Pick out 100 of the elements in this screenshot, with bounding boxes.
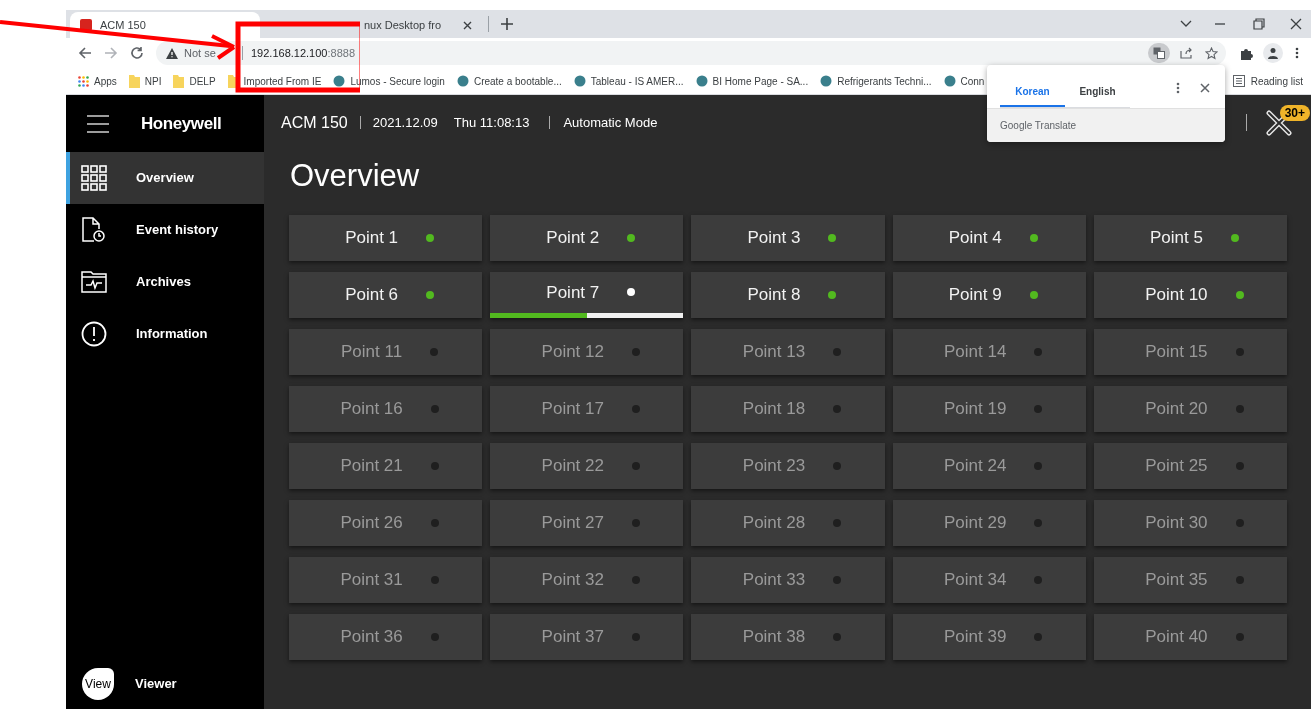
- point-card[interactable]: Point 20: [1093, 386, 1287, 432]
- page-title: Overview: [289, 157, 421, 195]
- more-icon[interactable]: [1176, 82, 1180, 94]
- translate-button[interactable]: [1148, 43, 1170, 63]
- point-card[interactable]: Point 1: [289, 215, 483, 261]
- person-icon: [1267, 47, 1279, 59]
- menu-icon[interactable]: [1295, 47, 1299, 59]
- translate-icon: [1153, 47, 1165, 59]
- time-label: Thu 11:08:13: [453, 113, 530, 132]
- sidebar-item[interactable]: Event history: [66, 204, 264, 256]
- site-icon: [333, 75, 346, 87]
- point-card[interactable]: Point 16: [289, 386, 483, 432]
- point-card[interactable]: Point 9: [892, 272, 1086, 318]
- bookmark[interactable]: DELP: [173, 73, 216, 89]
- point-card[interactable]: Point 24: [892, 443, 1086, 489]
- point-card[interactable]: Point 3: [691, 215, 885, 261]
- point-card[interactable]: Point 15: [1093, 329, 1287, 375]
- tab-search-icon[interactable]: [1179, 19, 1193, 29]
- site-icon: [943, 75, 956, 87]
- browser-tab[interactable]: nux Desktop fro: [260, 12, 482, 38]
- bookmark[interactable]: Conn: [943, 73, 985, 89]
- url-port: :8888: [327, 45, 355, 61]
- point-card[interactable]: Point 30: [1093, 500, 1287, 546]
- point-card[interactable]: Point 4: [892, 215, 1086, 261]
- share-icon[interactable]: [1180, 47, 1193, 59]
- point-card[interactable]: Point 28: [691, 500, 885, 546]
- sidebar-item[interactable]: Overview: [66, 152, 264, 204]
- point-card[interactable]: Point 12: [490, 329, 684, 375]
- bookmark[interactable]: Imported From IE: [227, 73, 322, 89]
- view-logo[interactable]: View: [82, 668, 114, 700]
- reload-icon[interactable]: [130, 46, 144, 60]
- point-card[interactable]: Point 6: [289, 272, 483, 318]
- mode-label: Automatic Mode: [563, 113, 658, 132]
- point-card[interactable]: Point 31: [289, 557, 483, 603]
- notification-badge: 30+: [1279, 105, 1310, 121]
- warning-icon: [166, 47, 178, 59]
- star-icon[interactable]: [1205, 46, 1218, 60]
- point-card[interactable]: Point 32: [490, 557, 684, 603]
- point-card[interactable]: Point 8: [691, 272, 885, 318]
- point-card[interactable]: Point 2: [490, 215, 684, 261]
- puzzle-icon[interactable]: [1240, 46, 1253, 60]
- close-icon[interactable]: [463, 20, 472, 30]
- sidebar-item[interactable]: Information: [66, 308, 264, 360]
- point-card[interactable]: Point 10: [1093, 272, 1287, 318]
- language-tab[interactable]: Korean: [1000, 77, 1065, 107]
- bookmark[interactable]: NPI: [128, 73, 162, 89]
- security-label: Not se: [184, 45, 217, 61]
- point-card[interactable]: Point 18: [691, 386, 885, 432]
- folder-icon: [173, 74, 185, 88]
- document-clock-icon: [82, 217, 106, 243]
- bookmark[interactable]: Create a bootable...: [456, 73, 562, 89]
- point-card[interactable]: Point 38: [691, 614, 885, 660]
- point-card[interactable]: Point 29: [892, 500, 1086, 546]
- point-card[interactable]: Point 22: [490, 443, 684, 489]
- bookmark[interactable]: Tableau - IS AMER...: [573, 73, 684, 89]
- point-card[interactable]: Point 27: [490, 500, 684, 546]
- translate-footer: Google Translate: [1000, 118, 1077, 133]
- point-card[interactable]: Point 37: [490, 614, 684, 660]
- apps-grid-icon: [78, 75, 89, 87]
- folder-icon: [128, 74, 140, 88]
- brand-logo: Honeywell: [141, 112, 222, 135]
- point-card[interactable]: Point 35: [1093, 557, 1287, 603]
- point-card[interactable]: Point 13: [691, 329, 885, 375]
- point-card[interactable]: Point 11: [289, 329, 483, 375]
- sidebar-item[interactable]: Archives: [66, 256, 264, 308]
- point-card[interactable]: Point 17: [490, 386, 684, 432]
- point-card[interactable]: Point 7: [490, 272, 684, 318]
- bookmark[interactable]: Apps: [78, 73, 117, 89]
- site-icon: [695, 75, 708, 87]
- point-card[interactable]: Point 33: [691, 557, 885, 603]
- profile-button[interactable]: [1263, 43, 1283, 63]
- site-icon: [573, 75, 586, 87]
- point-card[interactable]: Point 39: [892, 614, 1086, 660]
- point-card[interactable]: Point 40: [1093, 614, 1287, 660]
- back-icon[interactable]: [78, 46, 92, 60]
- point-card[interactable]: Point 19: [892, 386, 1086, 432]
- point-card[interactable]: Point 26: [289, 500, 483, 546]
- point-card[interactable]: Point 5: [1093, 215, 1287, 261]
- device-name: ACM 150: [281, 112, 348, 133]
- point-card[interactable]: Point 23: [691, 443, 885, 489]
- plus-icon[interactable]: [500, 17, 514, 31]
- point-card[interactable]: Point 14: [892, 329, 1086, 375]
- point-card[interactable]: Point 34: [892, 557, 1086, 603]
- folder-icon: [227, 74, 239, 88]
- folder-pulse-icon: [81, 271, 107, 293]
- point-card[interactable]: Point 25: [1093, 443, 1287, 489]
- point-card[interactable]: Point 21: [289, 443, 483, 489]
- site-icon: [456, 75, 469, 87]
- point-card[interactable]: Point 36: [289, 614, 483, 660]
- bookmark[interactable]: Refrigerants Techni...: [820, 73, 932, 89]
- language-tab[interactable]: English: [1065, 77, 1130, 107]
- address-bar[interactable]: Not se 192.168.12.100:8888: [156, 41, 1226, 65]
- site-icon: [820, 75, 833, 87]
- menu-icon[interactable]: [87, 113, 109, 134]
- reading-list-button[interactable]: Reading list: [1232, 73, 1311, 89]
- grid-icon: [81, 165, 107, 191]
- close-icon[interactable]: [1200, 83, 1210, 93]
- reading-list-icon: [1232, 75, 1245, 87]
- bookmark[interactable]: BI Home Page - SA...: [695, 73, 809, 89]
- viewer-label[interactable]: Viewer: [135, 674, 177, 694]
